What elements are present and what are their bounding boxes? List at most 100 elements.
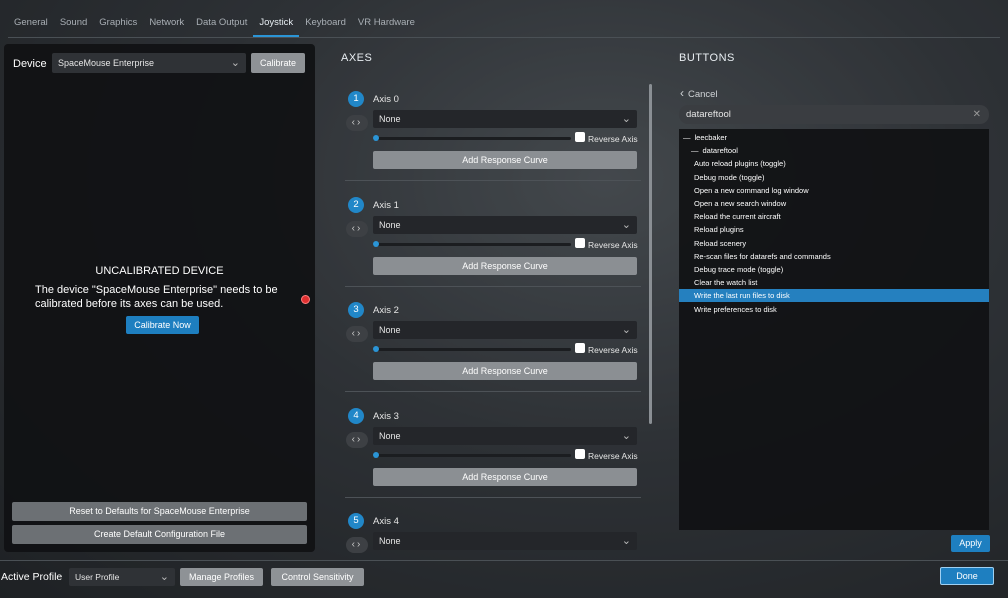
command-item[interactable]: Debug mode (toggle): [679, 171, 989, 184]
command-group[interactable]: — datareftool: [679, 144, 989, 157]
tab-network[interactable]: Network: [143, 13, 190, 37]
reverse-axis-label: Reverse Axis: [588, 345, 638, 355]
command-item[interactable]: Open a new search window: [679, 197, 989, 210]
axis-input-indicator: [373, 346, 379, 352]
add-response-curve-button[interactable]: Add Response Curve: [373, 362, 637, 380]
axis-nav-arrows-icon[interactable]: ‹›: [346, 220, 368, 237]
command-group[interactable]: — leecbaker: [679, 131, 989, 144]
command-label: Clear the watch list: [694, 278, 758, 288]
cancel-button[interactable]: ‹ Cancel: [680, 86, 718, 100]
calibrate-now-button[interactable]: Calibrate Now: [126, 316, 199, 334]
axis-assignment-value: None: [379, 430, 401, 441]
axis-input-track: [373, 242, 571, 246]
axis-assignment-value: None: [379, 114, 401, 124]
reset-defaults-button[interactable]: Reset to Defaults for SpaceMouse Enterpr…: [12, 502, 307, 521]
apply-button[interactable]: Apply: [951, 535, 990, 552]
command-item[interactable]: Debug trace mode (toggle): [679, 263, 989, 276]
axes-title: AXES: [341, 52, 373, 64]
control-sensitivity-button[interactable]: Control Sensitivity: [271, 568, 364, 586]
done-button[interactable]: Done: [940, 567, 994, 585]
command-label: Write the last run files to disk: [694, 291, 790, 301]
tab-keyboard[interactable]: Keyboard: [299, 13, 352, 37]
command-item[interactable]: Reload scenery: [679, 237, 989, 250]
axis-input-indicator: [373, 451, 379, 458]
axis-assignment-select[interactable]: None ⌄: [373, 532, 637, 550]
axis-input-track: [373, 348, 571, 351]
axis-name: Axis 4: [373, 516, 399, 527]
tab-graphics[interactable]: Graphics: [93, 13, 143, 37]
command-item[interactable]: Write the last run files to disk: [679, 289, 989, 303]
axis-assignment-select[interactable]: None ⌄: [373, 426, 637, 445]
axis-assignment-select[interactable]: None ⌄: [373, 110, 637, 128]
device-panel: Device SpaceMouse Enterprise ⌄ Calibrate…: [4, 44, 315, 552]
axis-nav-arrows-icon[interactable]: ‹›: [346, 326, 368, 342]
tree-branch-icon: —: [691, 146, 699, 156]
axis-number-badge: 4: [348, 407, 364, 424]
axis-name: Axis 2: [373, 305, 399, 316]
command-item[interactable]: Reload plugins: [679, 223, 989, 236]
axis-number-badge: 2: [348, 196, 364, 213]
chevron-down-icon: ⌄: [621, 324, 631, 336]
create-config-button[interactable]: Create Default Configuration File: [12, 525, 307, 544]
axis-divider: [345, 180, 641, 181]
chevron-down-icon: ⌄: [621, 535, 631, 547]
command-label: Re-scan files for datarefs and commands: [694, 251, 831, 261]
add-response-curve-button[interactable]: Add Response Curve: [373, 151, 637, 169]
axis-assignment-select[interactable]: None ⌄: [373, 215, 637, 234]
axes-scrollbar[interactable]: [649, 84, 652, 424]
calibrate-button[interactable]: Calibrate: [251, 53, 305, 73]
chevron-down-icon: ⌄: [621, 113, 631, 125]
tab-data-output[interactable]: Data Output: [190, 13, 253, 37]
chevron-down-icon: ⌄: [621, 218, 631, 231]
axis-nav-arrows-icon[interactable]: ‹›: [346, 115, 368, 131]
command-label: Open a new command log window: [694, 185, 809, 195]
command-item[interactable]: Re-scan files for datarefs and commands: [679, 250, 989, 263]
axis-input-indicator: [373, 240, 379, 247]
command-item[interactable]: Open a new command log window: [679, 184, 989, 197]
axis-nav-arrows-icon[interactable]: ‹›: [346, 431, 368, 448]
reverse-axis-checkbox[interactable]: [575, 343, 585, 353]
reverse-axis-checkbox[interactable]: [575, 237, 585, 248]
axis-assignment-select[interactable]: None ⌄: [373, 321, 637, 339]
tab-general[interactable]: General: [8, 13, 54, 37]
command-tree[interactable]: — leecbaker — datareftool Auto reload plugin…: [679, 129, 989, 530]
command-label: Open a new search window: [694, 199, 787, 208]
reverse-axis-checkbox[interactable]: [575, 448, 585, 459]
axis-input-indicator: [373, 135, 379, 141]
tab-vr-hardware[interactable]: VR Hardware: [352, 13, 421, 37]
add-response-curve-button[interactable]: Add Response Curve: [373, 467, 637, 486]
cancel-label: Cancel: [688, 89, 718, 100]
tab-sound[interactable]: Sound: [54, 13, 93, 37]
manage-profiles-button[interactable]: Manage Profiles: [180, 568, 263, 586]
axis-divider: [345, 496, 641, 498]
axis-input-track: [373, 453, 571, 457]
command-item[interactable]: Write preferences to disk: [679, 303, 989, 316]
search-input[interactable]: datareftool ✕: [679, 105, 989, 124]
command-item[interactable]: Auto reload plugins (toggle): [679, 157, 989, 170]
axis-block: 5 Axis 4 ‹› None ⌄ Reverse Axis Add Resp…: [345, 506, 641, 554]
tab-divider: [8, 37, 1000, 38]
buttons-title: BUTTONS: [679, 52, 735, 64]
reverse-axis-checkbox[interactable]: [575, 132, 585, 142]
warning-dot-icon: [301, 295, 310, 304]
axis-input-track: [373, 137, 571, 140]
axis-assignment-value: None: [379, 325, 401, 335]
command-item[interactable]: Clear the watch list: [679, 276, 989, 289]
tab-joystick[interactable]: Joystick: [253, 13, 300, 37]
axis-name: Axis 3: [373, 410, 399, 422]
command-label: datareftool: [702, 146, 738, 156]
command-label: leecbaker: [694, 133, 728, 142]
clear-icon[interactable]: ✕: [973, 105, 981, 124]
uncalibrated-title: UNCALIBRATED DEVICE: [95, 265, 224, 277]
reverse-axis-label: Reverse Axis: [588, 239, 638, 250]
axis-nav-arrows-icon[interactable]: ‹›: [346, 537, 368, 553]
chevron-down-icon: ⌄: [230, 57, 240, 69]
reverse-axis-label: Reverse Axis: [588, 134, 638, 144]
command-item[interactable]: Reload the current aircraft: [679, 210, 989, 223]
axes-list[interactable]: 1 Axis 0 ‹› None ⌄ Reverse Axis Add Resp…: [345, 84, 647, 554]
profile-select[interactable]: User Profile ⌄: [69, 568, 175, 586]
command-label: Reload the current aircraft: [694, 212, 781, 222]
axis-assignment-value: None: [379, 219, 401, 230]
device-select[interactable]: SpaceMouse Enterprise ⌄: [52, 53, 246, 73]
add-response-curve-button[interactable]: Add Response Curve: [373, 256, 637, 275]
